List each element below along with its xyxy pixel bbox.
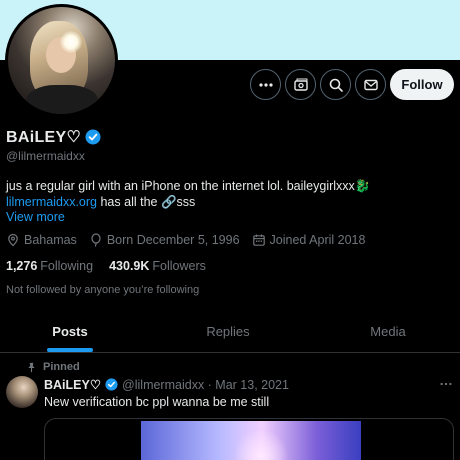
avatar-image (8, 7, 115, 114)
followers-label: Followers (152, 259, 206, 273)
location-text: Bahamas (24, 233, 77, 247)
follow-stats: 1,276 Following 430.9K Followers (6, 259, 222, 273)
verified-badge-icon[interactable] (85, 129, 101, 145)
birthdate-text: Born December 5, 1996 (106, 233, 240, 247)
not-followed-text: Not followed by anyone you’re following (6, 284, 200, 296)
following-count: 1,276 (6, 259, 38, 273)
profile-tabs: Posts Replies Media (0, 310, 460, 353)
following-label: Following (40, 259, 94, 273)
more-icon (440, 382, 452, 386)
pinned-label: Pinned (43, 361, 80, 373)
pin-icon (28, 362, 35, 372)
tab-label: Media (370, 323, 406, 339)
post-handle-date[interactable]: @lilmermaidxx · Mar 13, 2021 (122, 378, 289, 392)
profile-handle: @lilmermaidxx (6, 149, 85, 163)
tab-label: Replies (206, 323, 250, 339)
display-name: BAiLEY♡ (6, 129, 82, 146)
bio-link-suffix: has all the 🔗sss (100, 195, 196, 209)
profile-avatar[interactable] (5, 4, 118, 117)
view-more-link[interactable]: View more (6, 210, 65, 224)
location-icon (8, 233, 18, 247)
subscribe-icon (293, 78, 308, 91)
followers-count: 430.9K (109, 259, 150, 273)
active-tab-indicator (47, 348, 93, 352)
balloon-icon (91, 233, 101, 247)
bio-link[interactable]: lilmermaidxx.org (6, 195, 97, 209)
post-avatar[interactable] (6, 376, 38, 408)
following-link[interactable]: 1,276 Following (6, 259, 93, 273)
follow-button[interactable]: Follow (390, 69, 454, 100)
profile-meta: Bahamas Born December 5, 1996 Joined Apr… (6, 233, 373, 247)
search-button[interactable] (320, 69, 351, 100)
search-icon (329, 78, 343, 92)
more-icon (258, 82, 273, 87)
tab-replies[interactable]: Replies (140, 310, 316, 352)
post-more-button[interactable] (438, 376, 454, 392)
message-button[interactable] (355, 69, 386, 100)
tab-posts[interactable]: Posts (0, 310, 140, 352)
followers-link[interactable]: 430.9K Followers (109, 259, 206, 273)
pinned-indicator: Pinned (26, 361, 80, 373)
tab-label: Posts (52, 323, 88, 339)
post-author-name[interactable]: BAiLEY♡ (44, 377, 101, 392)
message-icon (363, 79, 378, 90)
post-text: New verification bc ppl wanna be me stil… (44, 395, 270, 409)
post-image (141, 421, 361, 460)
verified-badge-icon[interactable] (105, 378, 118, 391)
bio-text: jus a regular girl with an iPhone on the… (6, 179, 371, 193)
joined-text: Joined April 2018 (269, 233, 366, 247)
profile-bio: jus a regular girl with an iPhone on the… (6, 178, 456, 210)
tab-media[interactable]: Media (316, 310, 460, 352)
display-name-row: BAiLEY♡ (6, 127, 101, 147)
subscribe-button[interactable] (285, 69, 316, 100)
more-options-button[interactable] (250, 69, 281, 100)
post-media[interactable] (44, 418, 454, 460)
post-header: BAiLEY♡ @lilmermaidxx · Mar 13, 2021 (44, 377, 289, 393)
calendar-icon (252, 234, 265, 246)
